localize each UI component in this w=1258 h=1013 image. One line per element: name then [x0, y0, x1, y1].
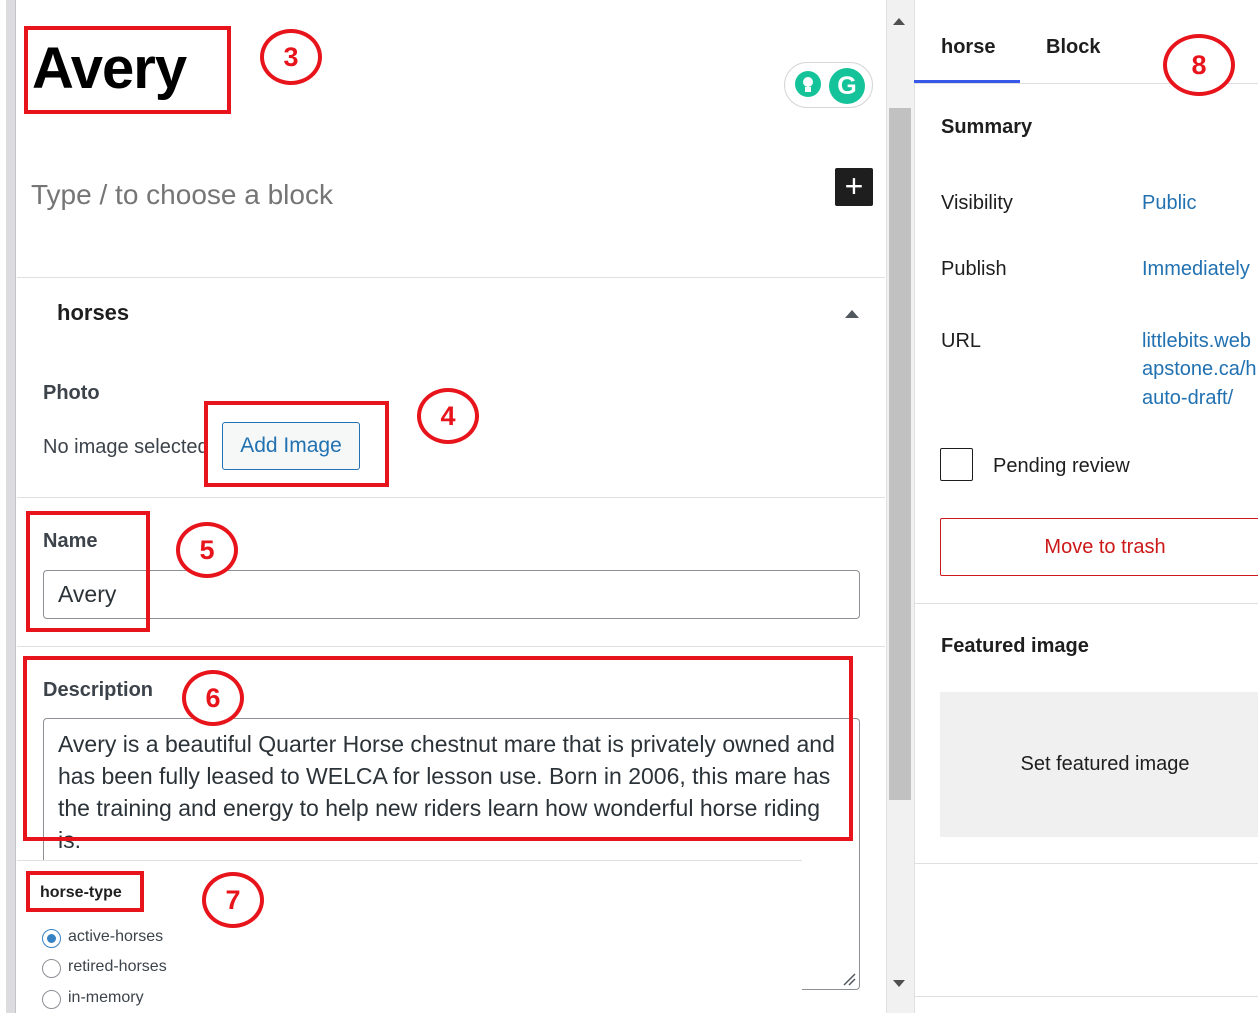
annotation-number: 5 — [176, 522, 238, 578]
move-to-trash-button[interactable]: Move to trash — [940, 518, 1258, 576]
scroll-up-arrow-icon[interactable] — [893, 18, 905, 25]
divider — [17, 646, 885, 647]
publish-label: Publish — [941, 258, 1007, 280]
visibility-label: Visibility — [941, 192, 1013, 214]
divider — [914, 863, 1258, 864]
divider — [17, 277, 885, 278]
annotation-box-title — [24, 26, 231, 114]
tab-horse[interactable]: horse — [941, 36, 995, 59]
annotation-box-name — [26, 511, 150, 632]
divider — [17, 497, 885, 498]
set-featured-image-button[interactable]: Set featured image — [940, 692, 1258, 837]
url-link-line[interactable]: apstone.ca/h — [1142, 358, 1258, 381]
add-block-button[interactable]: + — [835, 168, 873, 206]
photo-label: Photo — [43, 382, 100, 404]
left-edge-bar — [6, 0, 16, 1013]
annotation-number: 3 — [260, 29, 322, 85]
settings-sidebar — [914, 0, 1258, 1013]
summary-heading[interactable]: Summary — [941, 116, 1032, 139]
pending-review-checkbox[interactable] — [940, 448, 973, 481]
visibility-link[interactable]: Public — [1142, 192, 1196, 215]
annotation-number: 8 — [1163, 34, 1235, 96]
url-link-line[interactable]: auto-draft/ — [1142, 387, 1233, 410]
annotation-number: 6 — [182, 670, 244, 726]
annotation-number: 7 — [202, 872, 264, 928]
radio-label: retired-horses — [68, 958, 167, 975]
divider — [914, 996, 1258, 997]
tab-block[interactable]: Block — [1046, 36, 1100, 59]
pending-review-label[interactable]: Pending review — [993, 455, 1130, 478]
block-placeholder[interactable]: Type / to choose a block — [31, 178, 333, 212]
annotation-number: 4 — [417, 388, 479, 444]
resize-handle-icon[interactable] — [840, 970, 856, 986]
grammarly-icon[interactable]: G — [829, 68, 865, 104]
radio-button[interactable] — [42, 959, 61, 978]
collapse-caret-icon[interactable] — [845, 310, 859, 318]
radio-label: in-memory — [68, 989, 144, 1006]
url-link-line[interactable]: littlebits.web — [1142, 330, 1258, 353]
publish-link[interactable]: Immediately — [1142, 258, 1258, 281]
radio-button[interactable] — [42, 929, 61, 948]
photo-status: No image selected — [43, 436, 209, 458]
divider — [914, 603, 1258, 604]
scroll-down-arrow-icon[interactable] — [893, 980, 905, 987]
radio-button[interactable] — [42, 990, 61, 1009]
scrollbar-thumb[interactable] — [889, 108, 911, 800]
metabox-title: horses — [57, 300, 130, 325]
url-label: URL — [941, 330, 982, 352]
featured-image-heading[interactable]: Featured image — [941, 635, 1089, 658]
annotation-box-description — [23, 656, 853, 841]
lightbulb-icon[interactable] — [792, 68, 824, 100]
name-input[interactable]: Avery — [43, 570, 860, 619]
radio-label: active-horses — [68, 928, 164, 945]
annotation-box-photo — [204, 401, 389, 487]
annotation-box-taxonomy — [26, 871, 144, 912]
